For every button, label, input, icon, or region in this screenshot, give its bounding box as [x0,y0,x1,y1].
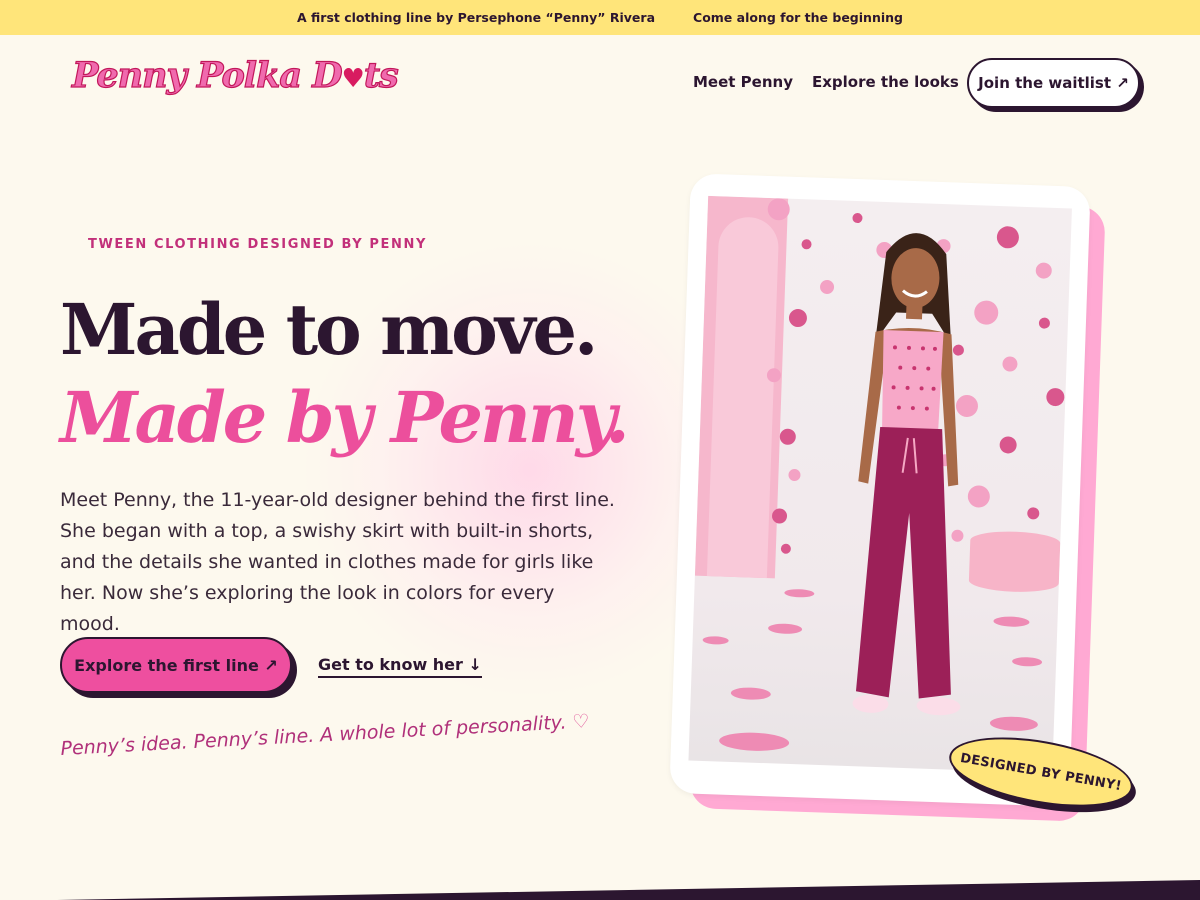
section-divider [0,880,1200,900]
hero-tagline: Penny’s idea. Penny’s line. A whole lot … [60,710,590,760]
announcement-bar: A first clothing line by Persephone “Pen… [0,0,1200,35]
join-waitlist-button[interactable]: Join the waitlist ↗ [967,58,1140,108]
heart-outline-icon: ♡ [571,710,591,734]
tagline-text: Penny’s idea. Penny’s line. A whole lot … [60,711,568,760]
hero-headline-line1: Made to move. [60,288,598,371]
get-to-know-her-link[interactable]: Get to know her ↓ [318,655,482,678]
hero-photo [688,195,1072,774]
logo-text-end: ts [363,54,399,96]
explore-first-line-button[interactable]: Explore the first line ↗ [60,637,292,693]
brand-logo[interactable]: Penny Polka D♥ts [71,54,399,96]
logo-text: Penny Polka D [71,54,343,96]
photo-card [669,173,1091,807]
site-header: Penny Polka D♥ts Meet Penny Explore the … [0,35,1200,130]
hero-headline-line2: Made by Penny. [60,376,630,459]
model-illustration [852,233,961,716]
heart-icon: ♥ [341,64,365,94]
nav-link-explore-looks[interactable]: Explore the looks [812,73,959,91]
hero-eyebrow: TWEEN CLOTHING DESIGNED BY PENNY [88,237,427,252]
hero-description: Meet Penny, the 11-year-old designer beh… [60,489,615,635]
announcement-right[interactable]: Come along for the beginning [693,10,903,25]
announcement-left: A first clothing line by Persephone “Pen… [297,10,656,25]
nav-link-meet-penny[interactable]: Meet Penny [693,73,793,91]
